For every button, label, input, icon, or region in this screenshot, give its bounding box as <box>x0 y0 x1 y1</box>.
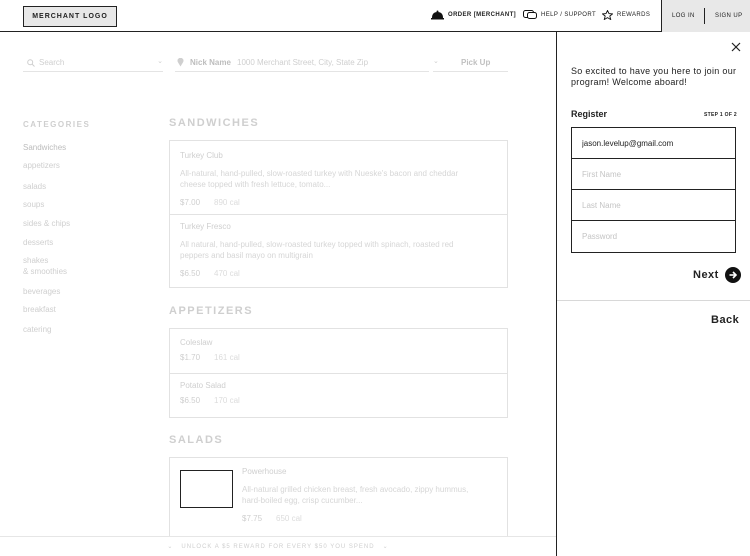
item-price: $1.70 161 cal <box>180 353 240 362</box>
item-price: $7.75 650 cal <box>242 514 302 523</box>
register-title: Register <box>571 109 608 119</box>
appetizers-card: Coleslaw $1.70 161 cal Potato Salad $6.50… <box>169 328 508 418</box>
item-image-placeholder <box>180 470 233 508</box>
close-icon[interactable] <box>729 40 743 54</box>
item-name: Powerhouse <box>242 467 287 476</box>
item-name: Turkey Fresco <box>180 222 231 231</box>
signup-link[interactable]: SIGN UP <box>715 13 742 19</box>
item-name: Coleslaw <box>180 338 213 347</box>
star-icon <box>602 10 613 20</box>
password-field[interactable] <box>572 221 735 252</box>
category-shakes[interactable]: shakes <box>23 256 48 265</box>
nav-rewards-label: REWARDS <box>617 12 651 18</box>
item-description: All natural, hand-pulled, slow-roasted t… <box>180 240 454 260</box>
rewards-banner[interactable]: ⌄ UNLOCK A $5 REWARD FOR EVERY $50 YOU S… <box>0 536 556 556</box>
category-salads[interactable]: salads <box>23 182 46 191</box>
section-title-sandwiches: SANDWICHES <box>169 117 260 129</box>
item-name: Turkey Club <box>180 151 223 160</box>
menu-item[interactable]: Coleslaw $1.70 161 cal <box>180 338 497 362</box>
nav-help[interactable]: HELP / SUPPORT <box>523 10 596 20</box>
pickup-field[interactable]: ⌄ Pick Up <box>433 54 508 72</box>
chevron-down-icon: ⌄ <box>433 58 439 65</box>
cloche-icon <box>431 10 444 20</box>
salads-card: Powerhouse All-natural grilled chicken b… <box>169 457 508 537</box>
search-icon <box>27 59 35 67</box>
top-header: MERCHANT LOGO ORDER [MERCHANT] HELP / SU… <box>0 0 750 32</box>
location-field[interactable]: Nick Name 1000 Merchant Street, City, St… <box>175 54 429 72</box>
last-name-field[interactable] <box>572 190 735 221</box>
step-indicator: STEP 1 OF 2 <box>704 112 737 118</box>
rewards-banner-text: UNLOCK A $5 REWARD FOR EVERY $50 YOU SPE… <box>181 544 375 550</box>
search-placeholder: Search <box>39 58 65 67</box>
category-beverages[interactable]: beverages <box>23 287 60 296</box>
item-price: $6.50 470 cal <box>180 269 240 278</box>
categories-title: CATEGORIES <box>23 120 91 129</box>
menu-item[interactable]: Potato Salad $6.50 170 cal <box>180 381 497 405</box>
divider <box>170 373 507 374</box>
auth-divider <box>704 8 705 24</box>
section-title-appetizers: APPETIZERS <box>169 305 254 317</box>
chevron-down-icon: ⌄ <box>157 58 163 65</box>
category-breakfast[interactable]: breakfast <box>23 305 56 314</box>
category-soups[interactable]: soups <box>23 200 44 209</box>
nav-rewards[interactable]: REWARDS <box>602 10 650 20</box>
category-sides[interactable]: sides & chips <box>23 219 70 228</box>
menu-item[interactable]: Turkey Fresco All natural, hand-pulled, … <box>180 222 497 278</box>
divider <box>557 300 750 301</box>
item-name: Potato Salad <box>180 381 226 390</box>
signup-panel: So excited to have you here to join our … <box>556 32 750 556</box>
next-label: Next <box>693 269 719 281</box>
next-button[interactable]: Next <box>693 267 741 283</box>
item-description: All-natural, hand-pulled, slow-roasted t… <box>180 169 459 189</box>
nav-order-label: ORDER [MERCHANT] <box>448 12 517 18</box>
item-price: $6.50 170 cal <box>180 396 240 405</box>
item-description: All-natural grilled chicken breast, fres… <box>242 485 469 505</box>
arrow-right-icon <box>724 267 741 283</box>
chat-icon <box>523 10 537 19</box>
register-form <box>571 127 736 253</box>
nav-help-label: HELP / SUPPORT <box>541 12 597 18</box>
sandwiches-card: Turkey Club All-natural, hand-pulled, sl… <box>169 140 508 288</box>
email-field[interactable] <box>572 128 735 159</box>
location-pin-icon <box>177 58 184 67</box>
welcome-message: So excited to have you here to join our … <box>571 66 737 87</box>
login-link[interactable]: LOG IN <box>672 13 695 19</box>
category-catering[interactable]: catering <box>23 325 51 334</box>
menu-item[interactable]: Powerhouse All-natural grilled chicken b… <box>242 467 497 523</box>
back-button[interactable]: Back <box>711 314 739 326</box>
nav-order[interactable]: ORDER [MERCHANT] <box>431 10 516 20</box>
category-desserts[interactable]: desserts <box>23 238 53 247</box>
chevron-down-icon: ⌄ <box>167 544 182 550</box>
merchant-logo[interactable]: MERCHANT LOGO <box>23 6 117 27</box>
location-name: Nick Name <box>190 58 231 67</box>
divider <box>170 214 507 215</box>
category-appetizers[interactable]: appetizers <box>23 161 60 170</box>
menu-item[interactable]: Turkey Club All-natural, hand-pulled, sl… <box>180 151 497 207</box>
item-price: $7.00 890 cal <box>180 198 240 207</box>
section-title-salads: SALADS <box>169 434 224 446</box>
category-sandwiches[interactable]: Sandwiches <box>23 143 66 152</box>
first-name-field[interactable] <box>572 159 735 190</box>
location-address: 1000 Merchant Street, City, State Zip <box>237 58 369 67</box>
pickup-label: Pick Up <box>461 58 491 67</box>
search-field[interactable]: Search ⌄ <box>23 54 163 72</box>
chevron-down-icon: ⌄ <box>374 544 389 550</box>
category-smoothies[interactable]: & smoothies <box>23 267 67 276</box>
menu-background: Search ⌄ Nick Name 1000 Merchant Street,… <box>0 32 556 556</box>
